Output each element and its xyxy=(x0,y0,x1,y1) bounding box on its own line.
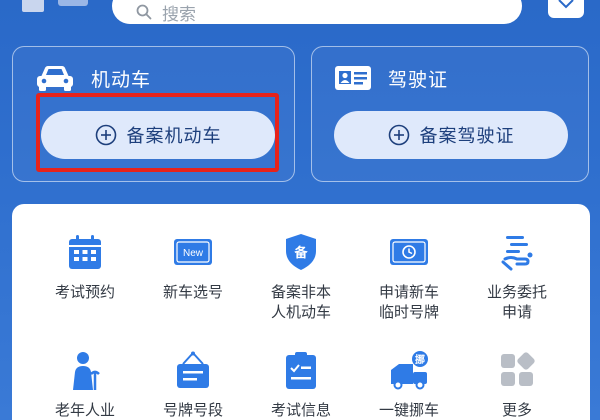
top-bar: 搜索 xyxy=(0,0,600,32)
status-block xyxy=(22,0,44,12)
id-card-icon xyxy=(335,66,371,90)
service-label: 更多 xyxy=(501,401,532,419)
service-exam-info[interactable]: 考试信息 xyxy=(246,350,356,420)
search-icon xyxy=(136,4,152,20)
new-badge-text: New xyxy=(183,248,204,259)
service-label: 申请新车 临时号牌 xyxy=(378,283,439,321)
register-license-button[interactable]: 备案驾驶证 xyxy=(334,111,568,159)
elderly-person-icon xyxy=(65,350,105,392)
new-plate-icon: New xyxy=(173,232,213,272)
search-placeholder: 搜索 xyxy=(162,4,196,25)
service-label: 考试预约 xyxy=(54,283,115,301)
services-panel: 考试预约 New 新车选号 备 备案非本 人机动车 申请新车 临时号牌 业务委托… xyxy=(12,204,590,420)
shield-button[interactable] xyxy=(548,0,584,18)
service-move-car[interactable]: 挪 一键挪车 xyxy=(354,350,464,420)
service-temporary-plate[interactable]: 申请新车 临时号牌 xyxy=(354,232,464,322)
service-exam-booking[interactable]: 考试预约 xyxy=(30,232,140,302)
car-icon xyxy=(37,66,73,91)
service-more[interactable]: 更多 xyxy=(462,350,572,420)
delegation-icon xyxy=(497,232,537,272)
service-register-non-own-vehicle[interactable]: 备 备案非本 人机动车 xyxy=(246,232,356,322)
highlight-annotation xyxy=(36,93,279,172)
search-bar[interactable]: 搜索 xyxy=(112,0,522,25)
service-label: 号牌号段 xyxy=(162,401,223,419)
clipboard-check-icon xyxy=(281,350,321,390)
more-grid-icon xyxy=(497,350,537,390)
service-label: 一键挪车 xyxy=(378,401,439,419)
shield-badge-text: 备 xyxy=(293,245,308,261)
license-card: 驾驶证 备案驾驶证 xyxy=(311,46,589,182)
service-business-delegation[interactable]: 业务委托 申请 xyxy=(462,232,572,322)
hanging-sign-icon xyxy=(173,350,213,390)
shield-icon: 备 xyxy=(281,232,321,272)
vehicle-card-title: 机动车 xyxy=(91,68,152,91)
plus-circle-icon xyxy=(388,124,409,146)
calendar-icon xyxy=(65,232,105,272)
move-badge-text: 挪 xyxy=(415,353,425,366)
license-card-header: 驾驶证 xyxy=(334,63,448,93)
service-label: 老年人业 xyxy=(54,401,115,419)
license-card-title: 驾驶证 xyxy=(388,68,449,91)
status-block-secondary xyxy=(58,0,88,6)
service-label: 备案非本 人机动车 xyxy=(270,283,331,321)
service-label: 新车选号 xyxy=(162,283,223,301)
truck-icon: 挪 xyxy=(389,350,429,390)
service-plate-number-range[interactable]: 号牌号段 xyxy=(138,350,248,420)
register-license-label: 备案驾驶证 xyxy=(419,126,515,147)
vehicle-card-header: 机动车 xyxy=(35,63,151,93)
service-label: 考试信息 xyxy=(270,401,331,419)
temporary-plate-icon xyxy=(389,232,429,272)
chevron-down-icon xyxy=(558,0,574,9)
service-new-plate-selection[interactable]: New 新车选号 xyxy=(138,232,248,302)
service-label: 业务委托 申请 xyxy=(486,283,547,321)
service-elderly[interactable]: 老年人业 xyxy=(30,350,140,420)
